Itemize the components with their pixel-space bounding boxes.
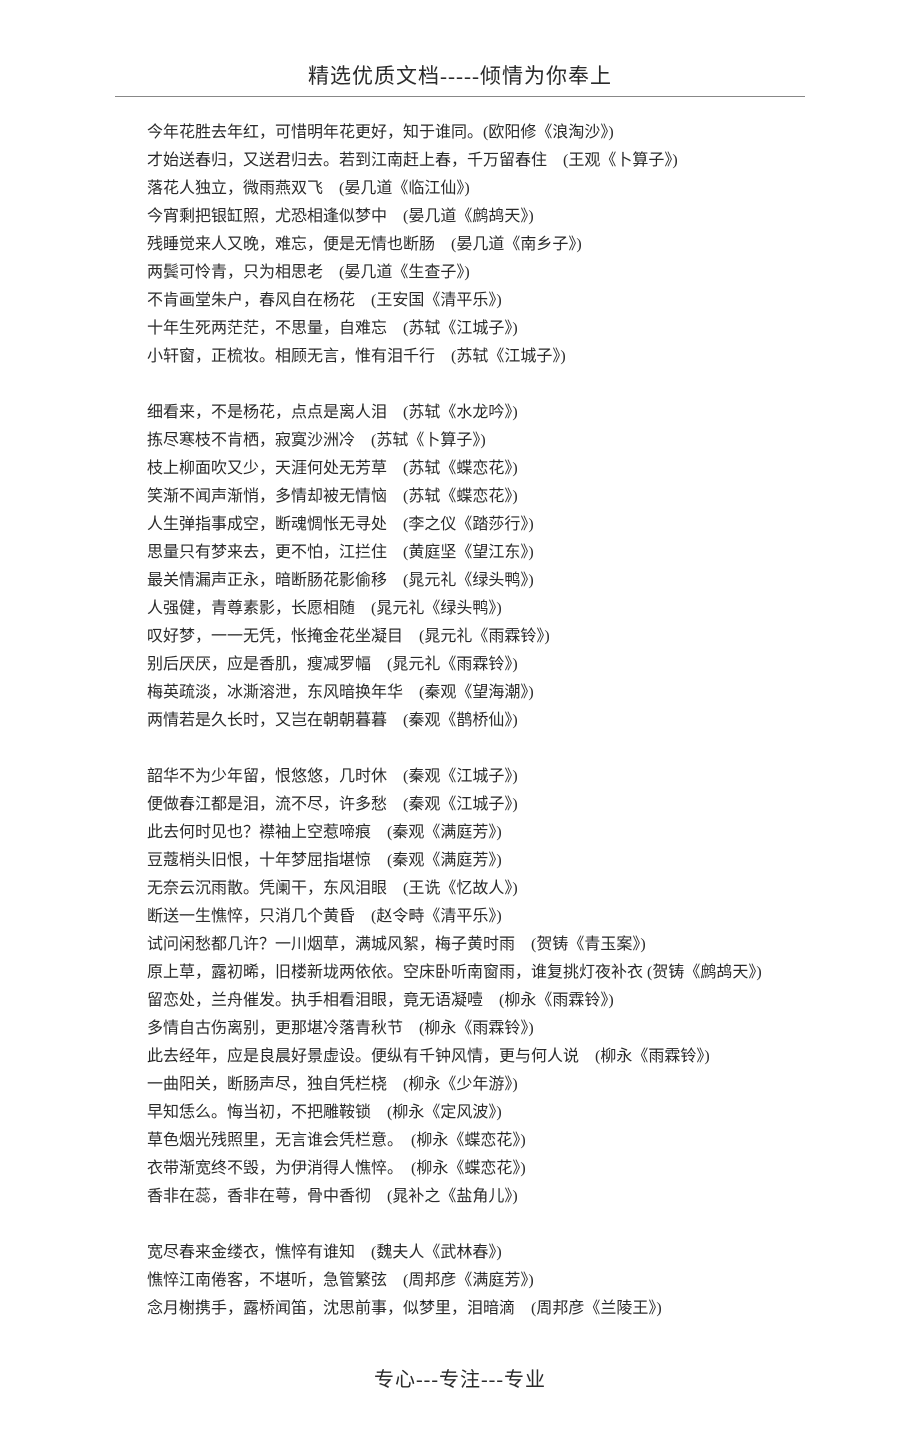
verse-line: 留恋处，兰舟催发。执手相看泪眼，竟无语凝噎 (柳永《雨霖铃》) (115, 987, 805, 1015)
verse-line: 两鬓可怜青，只为相思老 (晏几道《生查子》) (115, 259, 805, 287)
verse-line: 念月榭携手，露桥闻笛，沈思前事，似梦里，泪暗滴 (周邦彦《兰陵王》) (115, 1295, 805, 1323)
verse-line: 思量只有梦来去，更不怕，江拦住 (黄庭坚《望江东》) (115, 539, 805, 567)
verse-line: 笑渐不闻声渐悄，多情却被无情恼 (苏轼《蝶恋花》) (115, 483, 805, 511)
verse-line: 断送一生憔悴，只消几个黄昏 (赵令畤《清平乐》) (115, 903, 805, 931)
paragraph-gap (115, 1211, 805, 1239)
verse-line: 今宵剩把银缸照，尤恐相逢似梦中 (晏几道《鹧鸪天》) (115, 203, 805, 231)
verse-line: 衣带渐宽终不毁，为伊消得人憔悴。 (柳永《蝶恋花》) (115, 1155, 805, 1183)
verse-line: 今年花胜去年红，可惜明年花更好，知于谁同。(欧阳修《浪淘沙》) (115, 119, 805, 147)
verse-line: 梅英疏淡，冰澌溶泄，东风暗换年华 (秦观《望海潮》) (115, 679, 805, 707)
paragraph-gap (115, 735, 805, 763)
verse-line: 一曲阳关，断肠声尽，独自凭栏桡 (柳永《少年游》) (115, 1071, 805, 1099)
verse-line: 无奈云沉雨散。凭阑干，东风泪眼 (王诜《忆故人》) (115, 875, 805, 903)
document-content: 今年花胜去年红，可惜明年花更好，知于谁同。(欧阳修《浪淘沙》) 才始送春归，又送… (115, 119, 805, 1323)
verse-line: 拣尽寒枝不肯栖，寂寞沙洲冷 (苏轼《卜算子》) (115, 427, 805, 455)
verse-line: 才始送春归，又送君归去。若到江南赶上春，千万留春住 (王观《卜算子》) (115, 147, 805, 175)
document-page: 精选优质文档-----倾情为你奉上 今年花胜去年红，可惜明年花更好，知于谁同。(… (0, 0, 920, 1442)
verse-line: 人强健，青尊素影，长愿相随 (晁元礼《绿头鸭》) (115, 595, 805, 623)
verse-line: 草色烟光残照里，无言谁会凭栏意。 (柳永《蝶恋花》) (115, 1127, 805, 1155)
title-rule (115, 96, 805, 97)
verse-line: 不肯画堂朱户，春风自在杨花 (王安国《清平乐》) (115, 287, 805, 315)
verse-line: 香非在蕊，香非在萼，骨中香彻 (晁补之《盐角儿》) (115, 1183, 805, 1211)
verse-line: 早知恁么。悔当初，不把雕鞍锁 (柳永《定风波》) (115, 1099, 805, 1127)
verse-line: 此去何时见也？襟袖上空惹啼痕 (秦观《满庭芳》) (115, 819, 805, 847)
verse-line: 残睡觉来人又晚，难忘，便是无情也断肠 (晏几道《南乡子》) (115, 231, 805, 259)
verse-line: 叹好梦，一一无凭，怅掩金花坐凝目 (晁元礼《雨霖铃》) (115, 623, 805, 651)
verse-line: 宽尽春来金缕衣，憔悴有谁知 (魏夫人《武林春》) (115, 1239, 805, 1267)
verse-line: 韶华不为少年留，恨悠悠，几时休 (秦观《江城子》) (115, 763, 805, 791)
verse-line: 枝上柳面吹又少，天涯何处无芳草 (苏轼《蝶恋花》) (115, 455, 805, 483)
verse-line: 小轩窗，正梳妆。相顾无言，惟有泪千行 (苏轼《江城子》) (115, 343, 805, 371)
verse-line: 此去经年，应是良晨好景虚设。便纵有千钟风情，更与何人说 (柳永《雨霖铃》) (115, 1043, 805, 1071)
verse-line: 落花人独立，微雨燕双飞 (晏几道《临江仙》) (115, 175, 805, 203)
verse-line: 多情自古伤离别，更那堪冷落青秋节 (柳永《雨霖铃》) (115, 1015, 805, 1043)
verse-line: 豆蔻梢头旧恨，十年梦屈指堪惊 (秦观《满庭芳》) (115, 847, 805, 875)
page-title: 精选优质文档-----倾情为你奉上 (115, 60, 805, 90)
verse-line: 憔悴江南倦客，不堪听，急管繁弦 (周邦彦《满庭芳》) (115, 1267, 805, 1295)
verse-line: 细看来，不是杨花，点点是离人泪 (苏轼《水龙吟》) (115, 399, 805, 427)
verse-line: 两情若是久长时，又岂在朝朝暮暮 (秦观《鹊桥仙》) (115, 707, 805, 735)
verse-line: 原上草，露初晞，旧楼新垅两依依。空床卧听南窗雨，谁复挑灯夜补衣 (贺铸《鹧鸪天》… (115, 959, 805, 987)
verse-line: 便做春江都是泪，流不尽，许多愁 (秦观《江城子》) (115, 791, 805, 819)
verse-line: 别后厌厌，应是香肌，瘦减罗幅 (晁元礼《雨霖铃》) (115, 651, 805, 679)
page-footer: 专心---专注---专业 (115, 1363, 805, 1392)
verse-line: 试问闲愁都几许？一川烟草，满城风絮，梅子黄时雨 (贺铸《青玉案》) (115, 931, 805, 959)
verse-line: 十年生死两茫茫，不思量，自难忘 (苏轼《江城子》) (115, 315, 805, 343)
paragraph-gap (115, 371, 805, 399)
verse-line: 最关情漏声正永，暗断肠花影偷移 (晁元礼《绿头鸭》) (115, 567, 805, 595)
verse-line: 人生弹指事成空，断魂惆怅无寻处 (李之仪《踏莎行》) (115, 511, 805, 539)
